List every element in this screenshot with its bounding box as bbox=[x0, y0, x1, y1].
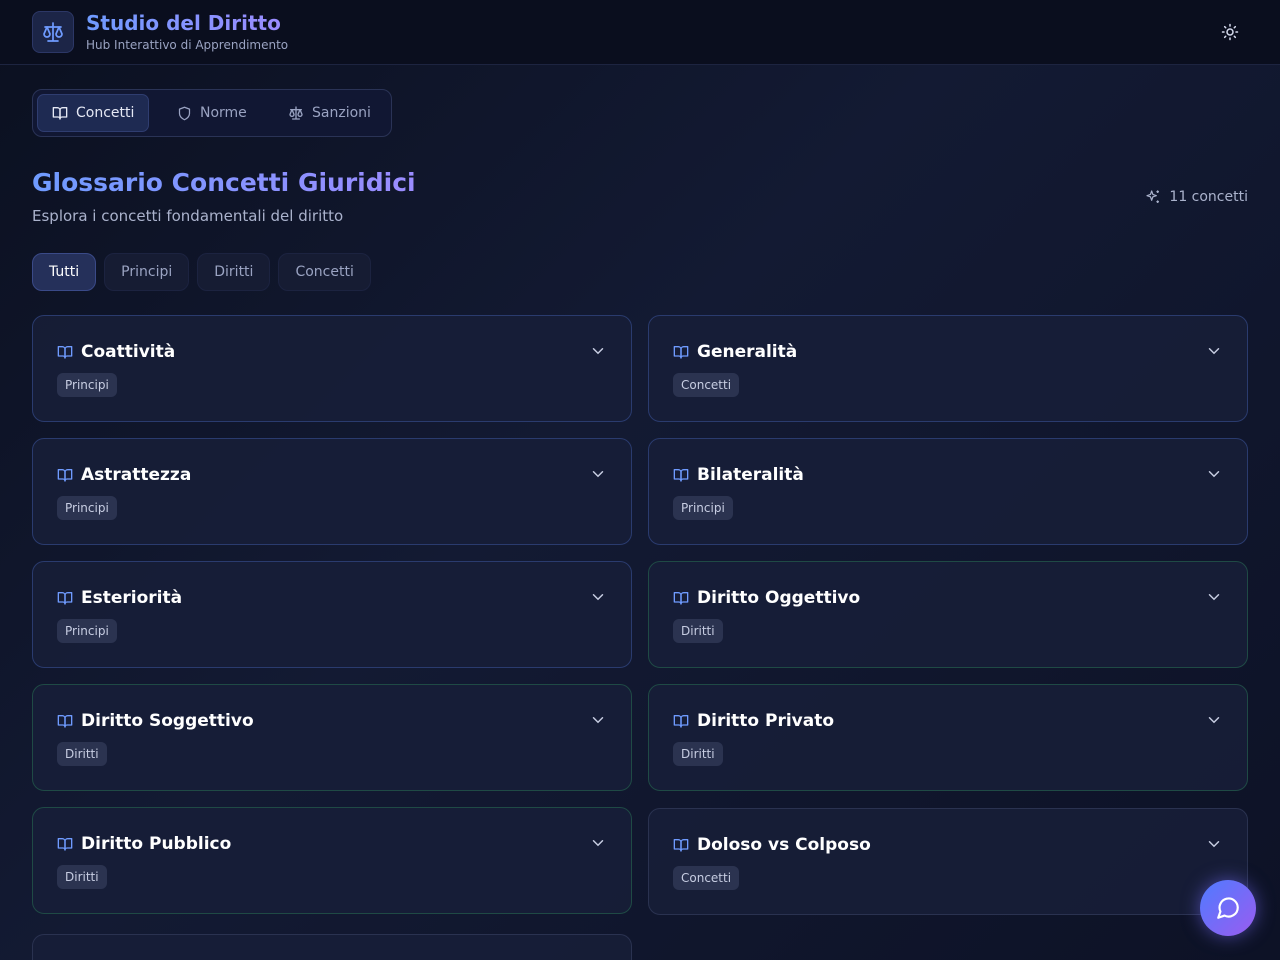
book-open-icon bbox=[673, 715, 689, 728]
card-title: Doloso vs Colposo bbox=[697, 835, 871, 855]
app-subtitle: Hub Interattivo di Apprendimento bbox=[86, 38, 289, 52]
book-open-icon bbox=[57, 715, 73, 728]
card-title: Diritto Privato bbox=[697, 711, 835, 731]
chevron-down-icon[interactable] bbox=[589, 834, 607, 852]
tab-norme[interactable]: Norme bbox=[163, 94, 261, 132]
card-title: Diritto Soggettivo bbox=[81, 711, 254, 731]
concept-card[interactable]: Diritto Oggettivo Diritti bbox=[648, 561, 1248, 668]
book-open-icon bbox=[673, 592, 689, 605]
shield-icon bbox=[178, 106, 191, 120]
tab-label: Concetti bbox=[76, 105, 135, 121]
card-title: Diritto Pubblico bbox=[81, 834, 232, 854]
book-open-icon bbox=[673, 839, 689, 852]
sun-icon bbox=[1221, 23, 1239, 41]
chevron-down-icon[interactable] bbox=[1205, 465, 1223, 483]
chevron-down-icon[interactable] bbox=[589, 465, 607, 483]
card-title: Astrattezza bbox=[81, 465, 192, 485]
category-badge: Diritti bbox=[673, 619, 723, 643]
chevron-down-icon[interactable] bbox=[589, 342, 607, 360]
concept-card[interactable] bbox=[32, 934, 632, 960]
concept-card[interactable]: Astrattezza Principi bbox=[32, 438, 632, 545]
count-label: 11 concetti bbox=[1169, 189, 1248, 205]
page-subtitle: Esplora i concetti fondamentali del diri… bbox=[32, 207, 344, 225]
category-badge: Concetti bbox=[673, 866, 740, 890]
scales-icon bbox=[43, 22, 63, 42]
concept-card[interactable]: Doloso vs Colposo Concetti bbox=[648, 808, 1248, 915]
tab-label: Norme bbox=[200, 105, 247, 121]
tab-label: Sanzioni bbox=[312, 105, 371, 121]
card-title: Esteriorità bbox=[81, 588, 183, 608]
category-badge: Principi bbox=[57, 373, 117, 397]
main-nav: Concetti Norme Sanzioni bbox=[32, 89, 392, 137]
concept-card[interactable]: Generalità Concetti bbox=[648, 315, 1248, 422]
book-open-icon bbox=[57, 838, 73, 851]
chevron-down-icon[interactable] bbox=[1205, 711, 1223, 729]
scales-icon bbox=[289, 106, 303, 120]
filter-diritti[interactable]: Diritti bbox=[197, 253, 271, 291]
category-badge: Diritti bbox=[673, 742, 723, 766]
logo bbox=[32, 11, 74, 53]
theme-toggle-button[interactable] bbox=[1214, 16, 1246, 48]
book-open-icon bbox=[57, 346, 73, 359]
concept-card[interactable]: Diritto Soggettivo Diritti bbox=[32, 684, 632, 791]
category-badge: Diritti bbox=[57, 865, 107, 889]
app-title: Studio del Diritto bbox=[86, 11, 281, 35]
card-title: Generalità bbox=[697, 342, 798, 362]
book-open-icon bbox=[57, 469, 73, 482]
category-badge: Concetti bbox=[673, 373, 740, 397]
book-open-icon bbox=[673, 346, 689, 359]
book-open-icon bbox=[57, 592, 73, 605]
concept-card[interactable]: Coattività Principi bbox=[32, 315, 632, 422]
card-title: Coattività bbox=[81, 342, 176, 362]
chevron-down-icon[interactable] bbox=[589, 711, 607, 729]
chevron-down-icon[interactable] bbox=[1205, 835, 1223, 853]
chevron-down-icon[interactable] bbox=[1205, 342, 1223, 360]
category-badge: Principi bbox=[57, 496, 117, 520]
book-open-icon bbox=[673, 469, 689, 482]
top-bar: Studio del Diritto Hub Interattivo di Ap… bbox=[0, 0, 1280, 65]
card-title: Diritto Oggettivo bbox=[697, 588, 861, 608]
message-circle-icon bbox=[1217, 897, 1239, 919]
tab-sanzioni[interactable]: Sanzioni bbox=[274, 94, 385, 132]
card-title: Bilateralità bbox=[697, 465, 804, 485]
concept-count: 11 concetti bbox=[1145, 189, 1248, 205]
filter-principi[interactable]: Principi bbox=[104, 253, 190, 291]
category-badge: Principi bbox=[57, 619, 117, 643]
tab-concetti[interactable]: Concetti bbox=[37, 94, 150, 132]
filter-tutti[interactable]: Tutti bbox=[32, 253, 97, 291]
category-badge: Diritti bbox=[57, 742, 107, 766]
concept-card[interactable]: Esteriorità Principi bbox=[32, 561, 632, 668]
book-open-icon bbox=[52, 107, 68, 120]
concept-card[interactable]: Bilateralità Principi bbox=[648, 438, 1248, 545]
chevron-down-icon[interactable] bbox=[1205, 588, 1223, 606]
filter-concetti[interactable]: Concetti bbox=[278, 253, 371, 291]
page-title: Glossario Concetti Giuridici bbox=[32, 168, 416, 197]
chevron-down-icon[interactable] bbox=[589, 588, 607, 606]
sparkles-icon bbox=[1146, 190, 1160, 203]
category-badge: Principi bbox=[673, 496, 733, 520]
concept-card[interactable]: Diritto Privato Diritti bbox=[648, 684, 1248, 791]
chat-button[interactable] bbox=[1200, 880, 1256, 936]
concept-card[interactable]: Diritto Pubblico Diritti bbox=[32, 807, 632, 914]
category-filters: Tutti Principi Diritti Concetti bbox=[32, 253, 371, 291]
